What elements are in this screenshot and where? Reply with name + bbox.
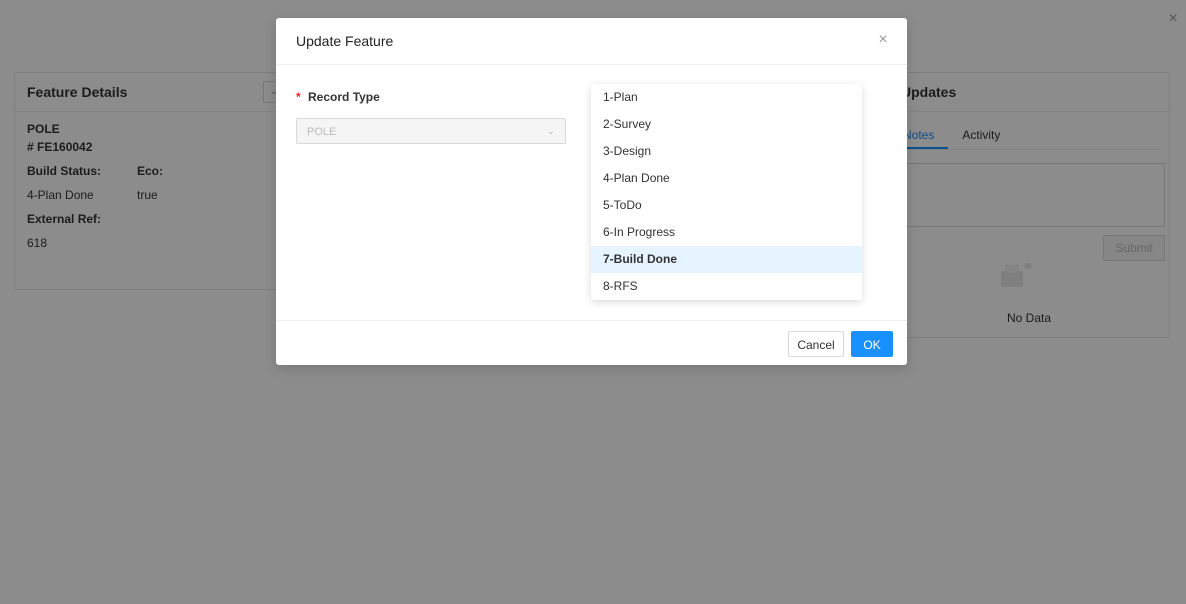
dropdown-option[interactable]: 5-ToDo	[591, 192, 862, 219]
update-feature-modal: Update Feature × * Record Type POLE ⌄ 1-…	[276, 18, 907, 365]
dropdown-option[interactable]: 2-Survey	[591, 111, 862, 138]
record-type-value: POLE	[307, 126, 337, 138]
ok-button[interactable]: OK	[851, 331, 893, 357]
dropdown-option[interactable]: 6-In Progress	[591, 219, 862, 246]
dropdown-option[interactable]: 3-Design	[591, 138, 862, 165]
record-type-label: * Record Type	[296, 90, 380, 104]
cancel-button[interactable]: Cancel	[788, 331, 844, 357]
modal-title: Update Feature	[276, 18, 907, 65]
close-icon[interactable]: ×	[875, 32, 891, 48]
dropdown-option[interactable]: 1-Plan	[591, 84, 862, 111]
record-type-label-text: Record Type	[308, 90, 380, 104]
dropdown-option-selected[interactable]: 7-Build Done	[591, 246, 862, 273]
dropdown-option[interactable]: 4-Plan Done	[591, 165, 862, 192]
record-type-select: POLE ⌄	[296, 118, 566, 144]
chevron-down-icon: ⌄	[546, 126, 555, 137]
required-mark: *	[296, 90, 301, 104]
build-status-dropdown: 1-Plan 2-Survey 3-Design 4-Plan Done 5-T…	[591, 84, 862, 300]
modal-footer: Cancel OK	[276, 320, 907, 365]
dropdown-option[interactable]: 8-RFS	[591, 273, 862, 300]
